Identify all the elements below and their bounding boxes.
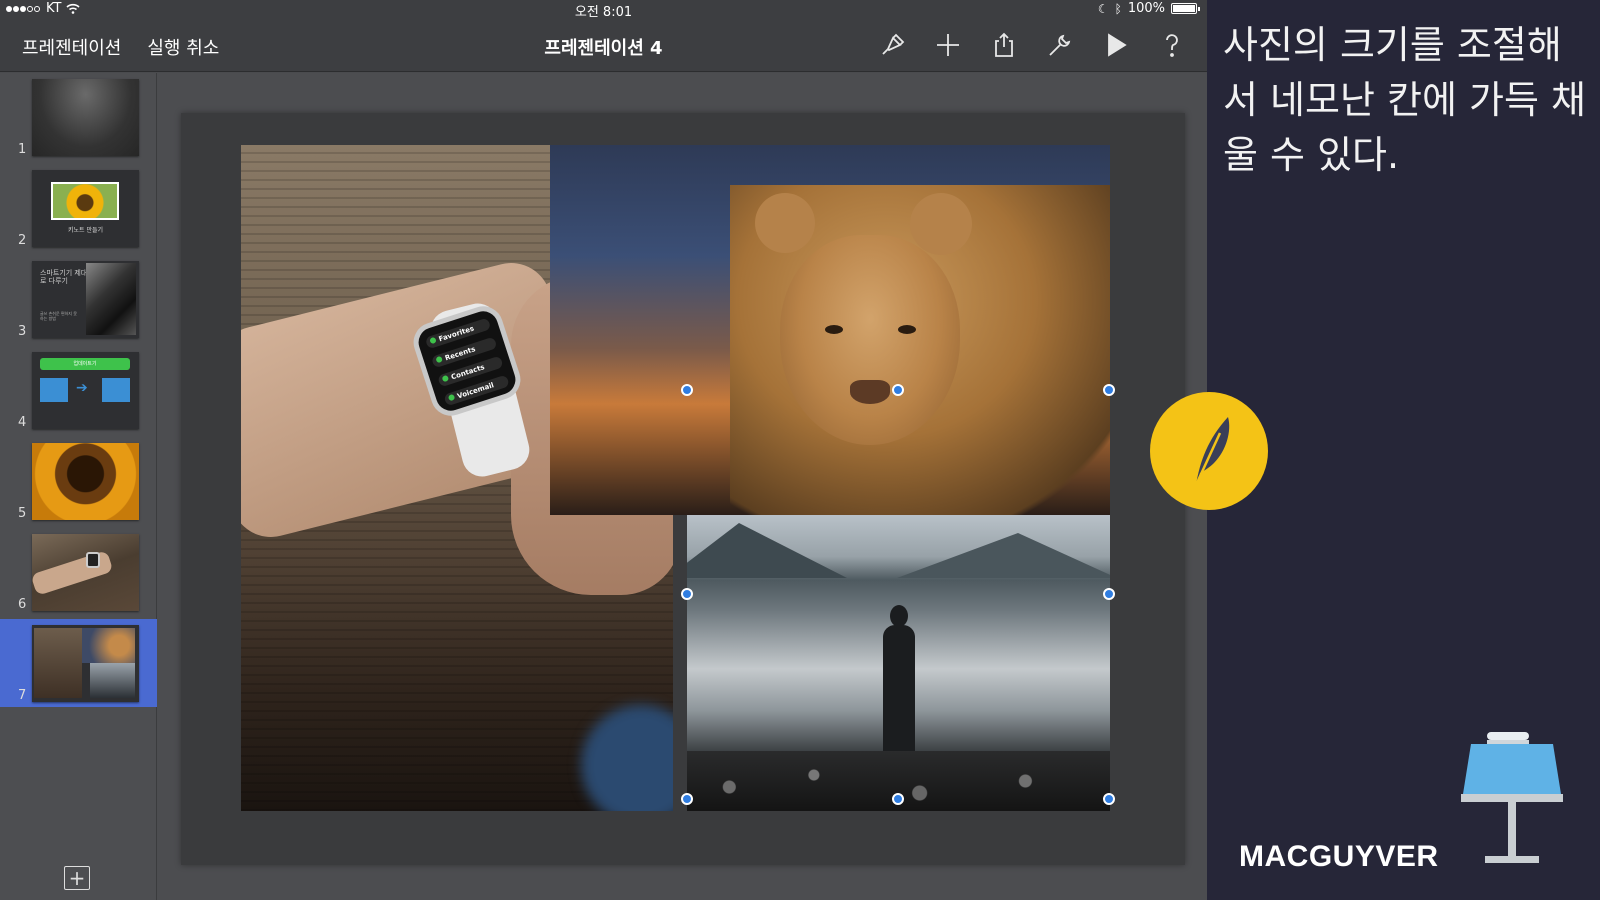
thumbnail-preview: [32, 534, 139, 611]
undo-button[interactable]: 실행 취소: [147, 34, 219, 60]
sunflower-image: [51, 182, 119, 220]
add-slide-button[interactable]: +: [64, 866, 90, 890]
lion-eye: [825, 325, 843, 334]
bluetooth-icon: ᛒ: [1114, 1, 1122, 16]
status-right: ☾ ᛒ 100%: [1097, 1, 1200, 16]
lion-eye: [898, 325, 916, 334]
thumbnail-caption: 키노트 만들기: [67, 227, 104, 234]
watch-image: [86, 552, 100, 568]
battery-percent: 100%: [1127, 1, 1165, 16]
lion-photo-mini: [82, 628, 135, 663]
thumbnail-preview: [32, 443, 139, 520]
sleeve-shape: [581, 705, 673, 811]
device-image: [86, 263, 136, 335]
resize-handle[interactable]: [1103, 793, 1115, 805]
lion-face: [780, 235, 960, 445]
slide-number: 2: [18, 233, 27, 248]
thumbnail-preview: [32, 625, 139, 702]
arrow-right-icon: ➔: [76, 380, 88, 396]
slide-number: 7: [18, 688, 27, 703]
slide-number: 6: [18, 597, 27, 612]
play-icon[interactable]: [1101, 30, 1131, 60]
keynote-podium-icon: [1461, 732, 1563, 863]
slide-thumbnail[interactable]: 6: [0, 528, 157, 616]
slide-number: 1: [18, 142, 27, 157]
brand-name: MACGUYVER: [1239, 840, 1439, 873]
add-icon[interactable]: [933, 30, 963, 60]
slide-thumbnail[interactable]: 키노트 만들기 2: [0, 164, 157, 252]
thumbnail-title: 스마트기기 제대로 다루기: [40, 269, 88, 285]
slide-number: 3: [18, 324, 27, 339]
current-slide[interactable]: Favorites Recents Contacts Voicemail: [181, 113, 1185, 865]
slide-navigator[interactable]: 1 키노트 만들기 2 스마트기기 제대로 다루기 글쓰 손쉬운 편하지 못하는…: [0, 73, 157, 900]
ipad-screen: KT 오전 8:01 ☾ ᛒ 100% 프레젠테이션 실행 취소 프레젠테이션 …: [0, 0, 1207, 900]
resize-handle[interactable]: [681, 793, 693, 805]
diagram-box: [102, 378, 130, 402]
person-silhouette: [883, 625, 915, 765]
slide-thumbnail-selected[interactable]: 7: [0, 619, 157, 707]
do-not-disturb-icon: ☾: [1097, 1, 1109, 16]
lion-ear: [755, 193, 815, 253]
slide-thumbnail[interactable]: 스마트기기 제대로 다루기 글쓰 손쉬운 편하지 못하는 방법 3: [0, 255, 157, 343]
lion-ear: [910, 193, 972, 255]
share-icon[interactable]: [989, 30, 1019, 60]
arm-image: [32, 550, 114, 596]
thumbnail-preview: 키노트 만들기: [32, 170, 139, 247]
slide-canvas[interactable]: Favorites Recents Contacts Voicemail: [157, 73, 1207, 900]
thumbnail-preview: [32, 79, 139, 156]
resize-handle[interactable]: [892, 384, 904, 396]
watch-photo-mini: [34, 628, 82, 698]
thumbnail-subtitle: 글쓰 손쉬운 편하지 못하는 방법: [40, 311, 77, 321]
resize-handle[interactable]: [681, 384, 693, 396]
lake-person-photo[interactable]: [687, 515, 1110, 811]
mountain-shape: [897, 533, 1110, 578]
slide-thumbnail[interactable]: 업데이트기 ➔ 4: [0, 346, 157, 434]
status-bar: KT 오전 8:01 ☾ ᛒ 100%: [0, 0, 1207, 20]
person-head: [890, 605, 908, 627]
help-icon[interactable]: [1157, 30, 1187, 60]
resize-handle[interactable]: [681, 588, 693, 600]
resize-handle[interactable]: [1103, 384, 1115, 396]
lake-photo-mini: [90, 663, 135, 698]
thumbnail-preview: 업데이트기 ➔: [32, 352, 139, 429]
feather-badge-icon: [1150, 392, 1268, 510]
slide-thumbnail[interactable]: 5: [0, 437, 157, 525]
slide-thumbnail[interactable]: 1: [0, 73, 157, 161]
thumbnail-preview: 스마트기기 제대로 다루기 글쓰 손쉬운 편하지 못하는 방법: [32, 261, 139, 338]
battery-icon: [1171, 3, 1200, 14]
diagram-box: [40, 378, 68, 402]
lion-nose: [850, 380, 890, 404]
lion-photo[interactable]: [550, 145, 1110, 515]
resize-handle[interactable]: [892, 793, 904, 805]
format-brush-icon[interactable]: [877, 30, 907, 60]
slide-number: 4: [18, 415, 27, 430]
slide-number: 5: [18, 506, 27, 521]
presentations-back-button[interactable]: 프레젠테이션: [22, 34, 121, 60]
resize-handle[interactable]: [1103, 588, 1115, 600]
app-toolbar: 프레젠테이션 실행 취소 프레젠테이션 4: [0, 18, 1207, 72]
thumbnail-banner: 업데이트기: [40, 358, 130, 370]
caption-text: 사진의 크기를 조절해 서 네모난 칸에 가득 채울 수 있다.: [1223, 23, 1586, 177]
mountain-shape: [687, 523, 847, 578]
tools-wrench-icon[interactable]: [1045, 30, 1075, 60]
